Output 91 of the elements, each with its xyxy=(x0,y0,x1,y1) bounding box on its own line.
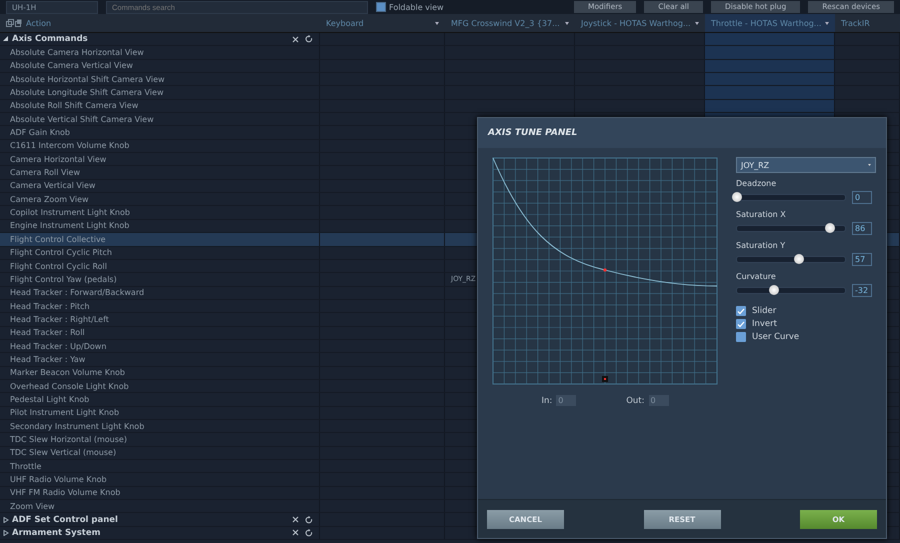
group-title[interactable]: Axis Commands xyxy=(12,34,88,44)
close-icon[interactable] xyxy=(292,529,299,536)
axis-dropdown[interactable]: JOY_RZ xyxy=(736,157,876,173)
action-row[interactable]: TDC Slew Horizontal (mouse) xyxy=(0,433,320,446)
action-row[interactable]: Camera Horizontal View xyxy=(0,153,320,166)
table-cell[interactable] xyxy=(705,46,835,59)
action-row[interactable]: Absolute Horizontal Shift Camera View xyxy=(0,73,320,86)
checkbox[interactable] xyxy=(376,2,386,12)
table-cell[interactable] xyxy=(705,73,835,86)
in-label: In: xyxy=(541,396,552,406)
action-row[interactable]: Camera Zoom View xyxy=(0,193,320,206)
caret-icon xyxy=(695,22,699,24)
close-icon[interactable] xyxy=(292,516,299,524)
action-row[interactable]: Throttle xyxy=(0,460,320,472)
action-row[interactable]: Flight Control Collective xyxy=(0,233,320,246)
action-row[interactable]: Flight Control Cyclic Roll xyxy=(0,260,320,272)
action-row[interactable]: Marker Beacon Volume Knob xyxy=(0,366,320,379)
action-row[interactable]: Head Tracker : Up/Down xyxy=(0,340,320,352)
close-icon[interactable] xyxy=(292,36,299,43)
column-header[interactable]: Keyboard xyxy=(320,14,445,32)
column-header[interactable]: Joystick - HOTAS Warthog... xyxy=(575,14,705,32)
action-row[interactable]: Overhead Console Light Knob xyxy=(0,380,320,392)
group-title[interactable]: ADF Set Control panel xyxy=(12,514,118,525)
table-cell[interactable] xyxy=(320,233,445,246)
action-row[interactable]: Flight Control Cyclic Pitch xyxy=(0,246,320,259)
slider[interactable] xyxy=(736,256,846,263)
column-header[interactable]: Action xyxy=(0,14,320,32)
checkbox-label: Invert xyxy=(752,319,777,329)
action-row[interactable]: Absolute Camera Horizontal View xyxy=(0,46,320,59)
action-row[interactable]: Zoom View xyxy=(0,500,320,512)
checkbox[interactable] xyxy=(736,332,746,342)
slider-thumb[interactable] xyxy=(732,192,742,202)
collapsed-icon[interactable] xyxy=(3,516,9,523)
checkbox[interactable] xyxy=(736,306,746,316)
checkbox-label: Foldable view xyxy=(389,2,444,12)
slider-label: Deadzone xyxy=(736,179,778,188)
column-header[interactable]: TrackIR xyxy=(835,14,900,32)
caret-icon xyxy=(868,164,871,166)
action-row[interactable]: Camera Roll View xyxy=(0,166,320,179)
action-row[interactable]: Head Tracker : Roll xyxy=(0,326,320,339)
column-header[interactable]: MFG Crosswind V2_3 {37... xyxy=(445,14,575,32)
value-field[interactable]: -32 xyxy=(852,284,872,297)
action-row[interactable]: Engine Instrument Light Knob xyxy=(0,220,320,232)
checkbox-label: Slider xyxy=(752,306,776,316)
collapsed-icon[interactable] xyxy=(3,530,9,536)
action-row[interactable]: Secondary Instrument Light Knob xyxy=(0,420,320,432)
reset-icon[interactable] xyxy=(305,35,313,44)
column-header[interactable]: Throttle - HOTAS Warthog... xyxy=(705,14,835,32)
action-row[interactable]: Absolute Roll Shift Camera View xyxy=(0,100,320,112)
table-cell[interactable] xyxy=(705,100,835,112)
action-row[interactable]: C1611 Intercom Volume Knob xyxy=(0,140,320,152)
action-row[interactable]: Flight Control Yaw (pedals) xyxy=(0,273,320,286)
caret-icon xyxy=(435,22,439,24)
action-row[interactable]: Pedestal Light Knob xyxy=(0,393,320,406)
expanded-icon[interactable] xyxy=(3,36,9,42)
action-row[interactable]: Head Tracker : Pitch xyxy=(0,300,320,312)
slider[interactable] xyxy=(736,225,846,232)
checkbox[interactable] xyxy=(736,319,746,329)
group-title[interactable]: Armament System xyxy=(12,528,100,538)
out-label: Out: xyxy=(626,396,645,406)
value-field[interactable]: 86 xyxy=(852,222,872,235)
action-row[interactable]: Head Tracker : Right/Left xyxy=(0,313,320,326)
table-cell[interactable] xyxy=(705,60,835,72)
slider-label: Saturation X xyxy=(736,210,787,219)
table-cell[interactable] xyxy=(705,33,835,46)
action-row[interactable]: Absolute Longitude Shift Camera View xyxy=(0,86,320,99)
slider[interactable] xyxy=(736,287,846,294)
action-row[interactable]: Copilot Instrument Light Knob xyxy=(0,206,320,219)
action-row[interactable]: Head Tracker : Forward/Backward xyxy=(0,286,320,299)
caret-icon xyxy=(825,22,829,24)
action-row[interactable]: Absolute Camera Vertical View xyxy=(0,60,320,72)
action-row[interactable]: Camera Vertical View xyxy=(0,180,320,192)
value-field[interactable]: 57 xyxy=(852,253,872,266)
slider-thumb[interactable] xyxy=(824,223,835,233)
action-row[interactable]: UHF Radio Volume Knob xyxy=(0,473,320,486)
slider-label: Saturation Y xyxy=(736,241,786,250)
action-row[interactable]: Absolute Vertical Shift Camera View xyxy=(0,113,320,126)
slider-thumb[interactable] xyxy=(794,254,804,264)
table-cell[interactable] xyxy=(705,86,835,99)
slider-label: Curvature xyxy=(736,272,777,281)
action-row[interactable]: Head Tracker : Yaw xyxy=(0,353,320,366)
dialog-title: AXIS TUNE PANEL xyxy=(478,118,886,148)
slider-thumb[interactable] xyxy=(768,285,779,295)
action-row[interactable]: VHF FM Radio Volume Knob xyxy=(0,486,320,500)
action-row[interactable]: Pilot Instrument Light Knob xyxy=(0,406,320,419)
copy-icon[interactable] xyxy=(6,19,22,27)
caret-icon xyxy=(565,22,569,24)
action-row[interactable]: ADF Gain Knob xyxy=(0,126,320,139)
action-row[interactable]: TDC Slew Vertical (mouse) xyxy=(0,446,320,459)
checkbox-label: User Curve xyxy=(752,332,800,342)
value-field[interactable]: 0 xyxy=(852,191,872,204)
